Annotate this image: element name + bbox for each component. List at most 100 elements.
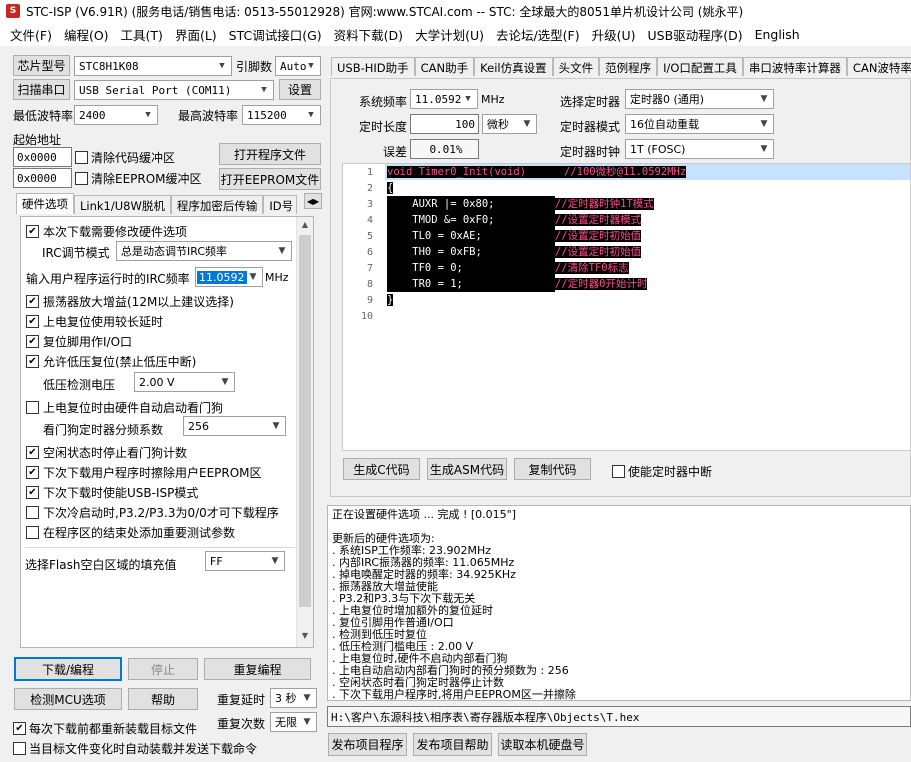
tab-hardware-options[interactable]: 硬件选项 (16, 193, 74, 214)
add-param-checkbox[interactable]: 在程序区的结束处添加重要测试参数 (26, 524, 235, 541)
fill-select[interactable]: FF ▼ (205, 551, 285, 571)
scroll-down-icon[interactable]: ▼ (298, 631, 312, 640)
timer-length-input[interactable]: 100 (410, 114, 479, 134)
chip-model-select[interactable]: STC8H1K08 ▼ (74, 56, 232, 76)
wdt-div-select[interactable]: 256 ▼ (183, 416, 286, 436)
port-select[interactable]: USB Serial Port (COM11) ▼ (74, 80, 274, 100)
tab-examples[interactable]: 范例程序 (599, 57, 658, 76)
checkbox-box (26, 401, 39, 414)
timer-clock-select[interactable]: 1T (FOSC) ▼ (625, 139, 774, 159)
log-output[interactable]: 正在设置硬件选项 ... 完成 ! [0.015"] 更新后的硬件选项为: . … (327, 505, 911, 701)
publish-project-button[interactable]: 发布项目程序 (328, 733, 407, 756)
repeat-program-button[interactable]: 重复编程 (204, 658, 311, 680)
need-modify-checkbox[interactable]: ✔ 本次下载需要修改硬件选项 (26, 223, 187, 240)
timer-mode-select[interactable]: 16位自动重载 ▼ (625, 114, 774, 134)
chevron-down-icon: ▼ (303, 693, 311, 703)
menu-usb-driver[interactable]: USB驱动程序(D) (642, 25, 749, 44)
scroll-thumb[interactable] (299, 235, 311, 607)
tab-keil[interactable]: Keil仿真设置 (474, 57, 553, 76)
osc-gain-checkbox[interactable]: ✔ 振荡器放大增益(12M以上建议选择) (26, 293, 234, 310)
timer-mode-value: 16位自动重载 (630, 118, 699, 131)
long-reset-checkbox[interactable]: ✔ 上电复位使用较长延时 (26, 313, 163, 330)
code-text: { (387, 182, 394, 194)
repeat-delay-value: 3 秒 (275, 692, 297, 705)
menu-upgrade[interactable]: 升级(U) (586, 25, 642, 44)
irc-freq-label: 输入用户程序运行时的IRC频率 (26, 272, 190, 286)
p32-checkbox[interactable]: 下次冷启动时,P3.2/P3.3为0/0才可下载程序 (26, 504, 279, 521)
scan-port-button[interactable]: 扫描串口 (13, 79, 70, 100)
menu-university[interactable]: 大学计划(U) (409, 25, 490, 44)
scroll-up-icon[interactable]: ▲ (298, 220, 312, 229)
select-timer-select[interactable]: 定时器0 (通用) ▼ (625, 89, 774, 109)
erase-eeprom-checkbox[interactable]: ✔ 下次下载用户程序时擦除用户EEPROM区 (26, 464, 262, 481)
menu-forum[interactable]: 去论坛/选型(F) (490, 25, 586, 44)
line-number: 2 (366, 183, 373, 194)
repeat-count-select[interactable]: 无限 ▼ (270, 712, 317, 732)
eeprom-address-input[interactable]: 0x0000 (13, 168, 72, 188)
clear-eeprom-checkbox[interactable]: 清除EEPROM缓冲区 (75, 170, 202, 187)
code-line-2: { (387, 180, 394, 196)
open-program-file-button[interactable]: 打开程序文件 (219, 143, 321, 165)
divider (25, 547, 295, 548)
tab-io-config[interactable]: I/O口配置工具 (657, 57, 743, 76)
auto-send-checkbox[interactable]: 当目标文件变化时自动装载并发送下载命令 (13, 740, 257, 757)
irc-mode-select[interactable]: 总是动态调节IRC频率 ▼ (116, 241, 292, 261)
tab-can-baud[interactable]: CAN波特率 (846, 57, 911, 76)
checkbox-box (26, 506, 39, 519)
enable-interrupt-checkbox[interactable]: 使能定时器中断 (612, 463, 712, 480)
pins-select[interactable]: Auto ▼ (275, 56, 321, 76)
start-address-label: 起始地址 (13, 133, 62, 147)
reload-checkbox[interactable]: ✔ 每次下载前都重新装载目标文件 (13, 720, 197, 737)
tab-baud-calc[interactable]: 串口波特率计算器 (742, 57, 847, 76)
menu-program[interactable]: 编程(O) (58, 25, 115, 44)
sys-freq-value: 11.0592 (415, 92, 462, 106)
hw-scrollbar[interactable]: ▲ ▼ (296, 217, 313, 647)
tab-encrypt[interactable]: 程序加密后传输 (170, 195, 264, 214)
generate-asm-button[interactable]: 生成ASM代码 (427, 458, 507, 480)
clear-code-checkbox[interactable]: 清除代码缓冲区 (75, 149, 175, 166)
check-icon: ✔ (26, 446, 39, 459)
copy-code-button[interactable]: 复制代码 (514, 458, 591, 480)
tab-header[interactable]: 头文件 (552, 57, 600, 76)
menu-debug[interactable]: STC调试接口(G) (223, 25, 328, 44)
repeat-delay-select[interactable]: 3 秒 ▼ (270, 688, 317, 708)
tab-scroll-arrows-icon[interactable]: ◀▶ (304, 193, 322, 209)
code-editor[interactable]: 1 2 3 4 5 6 7 8 9 10 void Timer0_Init(vo… (342, 163, 911, 451)
min-baud-value: 2400 (79, 108, 106, 122)
code-text: void Timer0_Init(void) (387, 166, 527, 178)
code-address-input[interactable]: 0x0000 (13, 147, 72, 167)
read-disk-id-button[interactable]: 读取本机硬盘号 (498, 733, 587, 756)
irc-freq-select[interactable]: 11.0592 ▼ (195, 267, 263, 287)
tab-link1[interactable]: Link1/U8W脱机 (74, 195, 171, 214)
tab-usb-hid[interactable]: USB-HID助手 (331, 57, 415, 76)
irc-freq-value: 11.0592 (197, 270, 247, 284)
menu-file[interactable]: 文件(F) (4, 25, 58, 44)
download-button[interactable]: 下载/编程 (14, 657, 122, 681)
osc-gain-label: 振荡器放大增益(12M以上建议选择) (43, 295, 234, 309)
reset-io-checkbox[interactable]: ✔ 复位脚用作I/O口 (26, 333, 132, 350)
generate-c-button[interactable]: 生成C代码 (343, 458, 420, 480)
usb-isp-checkbox[interactable]: ✔ 下次下载时使能USB-ISP模式 (26, 484, 198, 501)
wdt-hw-checkbox[interactable]: 上电复位时由硬件自动启动看门狗 (26, 399, 223, 416)
timer-clock-label: 定时器时钟 (560, 145, 621, 159)
stop-button[interactable]: 停止 (128, 658, 198, 680)
menu-english[interactable]: English (749, 27, 806, 42)
detect-mcu-button[interactable]: 检测MCU选项 (14, 688, 122, 710)
idle-wdt-checkbox[interactable]: ✔ 空闲状态时停止看门狗计数 (26, 444, 187, 461)
settings-button[interactable]: 设置 (279, 79, 321, 100)
lvd-select[interactable]: 2.00 V ▼ (134, 372, 235, 392)
sys-freq-select[interactable]: 11.0592 ▼ (410, 89, 478, 109)
publish-help-button[interactable]: 发布项目帮助 (413, 733, 492, 756)
tab-can[interactable]: CAN助手 (414, 57, 475, 76)
help-button[interactable]: 帮助 (128, 688, 198, 710)
min-baud-select[interactable]: 2400 ▼ (74, 105, 158, 125)
menu-tools[interactable]: 工具(T) (115, 25, 169, 44)
max-baud-select[interactable]: 115200 ▼ (242, 105, 321, 125)
tab-id[interactable]: ID号 (263, 195, 298, 214)
open-eeprom-file-button[interactable]: 打开EEPROM文件 (219, 168, 321, 190)
line-number-gutter: 1 2 3 4 5 6 7 8 9 10 (343, 164, 383, 450)
menu-interface[interactable]: 界面(L) (169, 25, 223, 44)
timer-unit-select[interactable]: 微秒 ▼ (482, 114, 537, 134)
lvr-checkbox[interactable]: ✔ 允许低压复位(禁止低压中断) (26, 353, 196, 370)
menu-docs[interactable]: 资料下载(D) (328, 25, 409, 44)
